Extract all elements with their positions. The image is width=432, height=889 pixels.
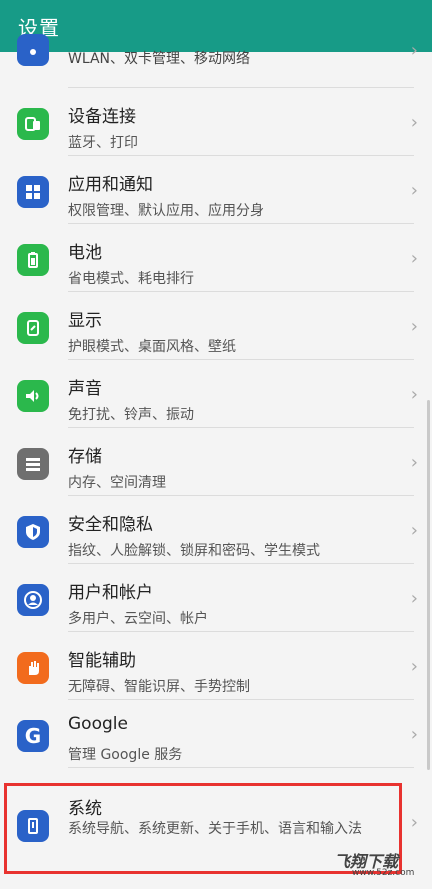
battery-icon <box>17 244 49 276</box>
divider <box>68 767 414 768</box>
settings-item-sub: 内存、空间清理 <box>68 475 166 491</box>
chevron-right-icon: › <box>410 316 418 337</box>
chevron-right-icon: › <box>410 40 418 61</box>
settings-item-title: 智能辅助 <box>68 651 136 671</box>
settings-item-sub: 护眼模式、桌面风格、壁纸 <box>68 339 236 355</box>
settings-item-title: 设备连接 <box>68 107 136 127</box>
settings-item-wireless[interactable]: WLAN、双卡管理、移动网络 › <box>0 34 432 88</box>
settings-item-sub: 管理 Google 服务 <box>68 747 183 763</box>
chevron-right-icon: › <box>410 588 418 609</box>
settings-item-assist[interactable]: 智能辅助 无障碍、智能识屏、手势控制 › <box>0 632 432 700</box>
sound-icon <box>17 380 49 412</box>
settings-item-sub: 多用户、云空间、帐户 <box>68 611 208 627</box>
settings-item-sub: 蓝牙、打印 <box>68 135 138 151</box>
settings-item-sub: 权限管理、默认应用、应用分身 <box>68 203 264 219</box>
settings-item-title: 声音 <box>68 379 102 399</box>
user-icon <box>17 584 49 616</box>
settings-item-title: 显示 <box>68 311 102 331</box>
chevron-right-icon: › <box>410 656 418 677</box>
settings-item-device-connect[interactable]: 设备连接 蓝牙、打印 › <box>0 88 432 156</box>
settings-item-sub: 省电模式、耗电排行 <box>68 271 194 287</box>
shield-icon <box>17 516 49 548</box>
watermark: 飞翔下载 www.52z.com <box>334 848 430 886</box>
chevron-right-icon: › <box>410 724 418 745</box>
chevron-right-icon: › <box>410 520 418 541</box>
settings-item-title: 电池 <box>68 243 102 263</box>
chevron-right-icon: › <box>410 812 418 833</box>
google-icon: G <box>17 720 49 752</box>
settings-item-sound[interactable]: 声音 免打扰、铃声、振动 › <box>0 360 432 428</box>
wifi-icon <box>17 34 49 66</box>
scrollbar[interactable] <box>427 400 430 770</box>
settings-item-sub: 免打扰、铃声、振动 <box>68 407 194 423</box>
settings-item-title: 应用和通知 <box>68 175 153 195</box>
apps-icon <box>17 176 49 208</box>
chevron-right-icon: › <box>410 112 418 133</box>
hand-icon <box>17 652 49 684</box>
settings-item-apps[interactable]: 应用和通知 权限管理、默认应用、应用分身 › <box>0 156 432 224</box>
chevron-right-icon: › <box>410 384 418 405</box>
display-icon <box>17 312 49 344</box>
settings-item-security[interactable]: 安全和隐私 指纹、人脸解锁、锁屏和密码、学生模式 › <box>0 496 432 564</box>
chevron-right-icon: › <box>410 248 418 269</box>
watermark-url: www.52z.com <box>352 868 415 878</box>
settings-item-storage[interactable]: 存储 内存、空间清理 › <box>0 428 432 496</box>
settings-item-display[interactable]: 显示 护眼模式、桌面风格、壁纸 › <box>0 292 432 360</box>
settings-item-sub: 无障碍、智能识屏、手势控制 <box>68 679 250 695</box>
chevron-right-icon: › <box>410 452 418 473</box>
settings-item-title: 用户和帐户 <box>68 583 153 603</box>
settings-item-sub: WLAN、双卡管理、移动网络 <box>68 51 251 67</box>
storage-icon <box>17 448 49 480</box>
settings-item-battery[interactable]: 电池 省电模式、耗电排行 › <box>0 224 432 292</box>
settings-item-google[interactable]: G Google 管理 Google 服务 › <box>0 700 432 768</box>
chevron-right-icon: › <box>410 180 418 201</box>
settings-item-title: 安全和隐私 <box>68 515 153 535</box>
settings-item-accounts[interactable]: 用户和帐户 多用户、云空间、帐户 › <box>0 564 432 632</box>
settings-item-sub: 指纹、人脸解锁、锁屏和密码、学生模式 <box>68 543 320 559</box>
settings-item-title: 存储 <box>68 447 102 467</box>
device-connect-icon <box>17 108 49 140</box>
settings-item-title: Google <box>68 714 128 734</box>
